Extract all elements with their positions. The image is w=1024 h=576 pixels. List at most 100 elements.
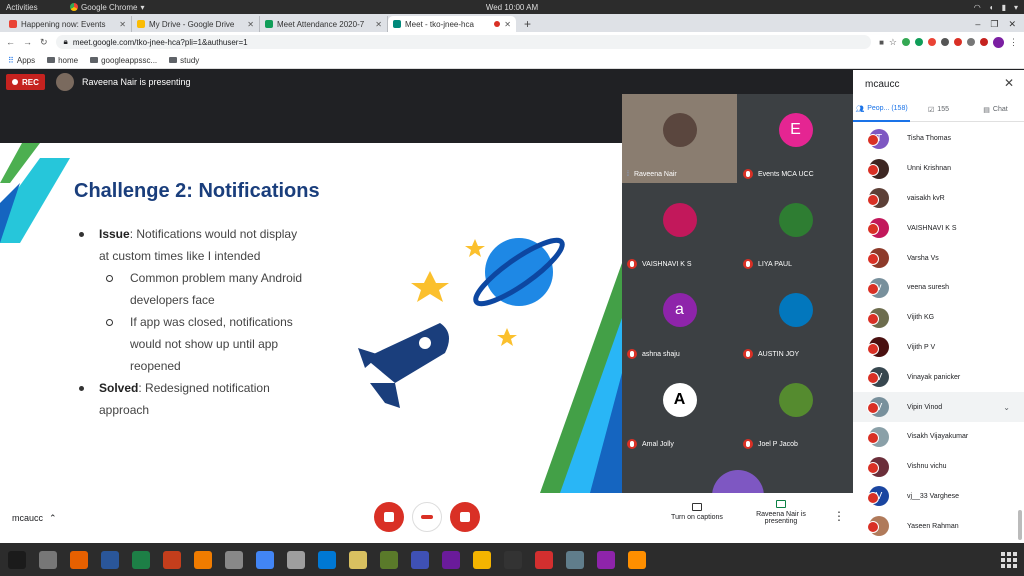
- participant-list-item[interactable]: Visakh Vijayakumar: [853, 422, 1024, 452]
- participant-tile[interactable]: ⁞ Raveena Nair: [622, 94, 737, 183]
- dock-app-icon[interactable]: [283, 547, 309, 573]
- dock-app-icon[interactable]: [562, 547, 588, 573]
- dock-app-icon[interactable]: [593, 547, 619, 573]
- dock-app-icon[interactable]: [314, 547, 340, 573]
- extension-icon[interactable]: [902, 38, 910, 46]
- participant-list-item[interactable]: TTisha Thomas: [853, 124, 1024, 154]
- participant-tile[interactable]: VAISHNAVI K S: [622, 184, 737, 273]
- participant-tile[interactable]: A Amal Jolly: [622, 364, 737, 453]
- dock-app-icon[interactable]: [345, 547, 371, 573]
- menu-dots-icon[interactable]: ⋮: [1009, 37, 1018, 48]
- avatar: A: [662, 382, 697, 417]
- participant-list-item[interactable]: Unni Krishnan: [853, 154, 1024, 184]
- captions-button[interactable]: Turn on captions: [664, 503, 730, 521]
- dock-app-icon[interactable]: [438, 547, 464, 573]
- extension-icon[interactable]: [954, 38, 962, 46]
- bookmark-home[interactable]: home: [47, 56, 78, 65]
- participant-list-item[interactable]: vaisakh kvR: [853, 184, 1024, 214]
- participant-tile[interactable]: a ashna shaju: [622, 274, 737, 363]
- participant-tile[interactable]: Joel P Jacob: [738, 364, 853, 453]
- system-clock[interactable]: Wed 10:00 AM: [0, 3, 1024, 12]
- close-window-icon[interactable]: ✕: [1008, 19, 1016, 30]
- dock-app-icon[interactable]: [407, 547, 433, 573]
- close-icon[interactable]: ✕: [247, 20, 254, 29]
- bookmark-study[interactable]: study: [169, 56, 199, 65]
- participant-list-item[interactable]: Yaseen Rahman: [853, 511, 1024, 541]
- maximize-icon[interactable]: ❐: [990, 19, 998, 30]
- dock-app-icon[interactable]: [376, 547, 402, 573]
- present-button[interactable]: Raveena Nair is presenting: [752, 500, 810, 525]
- dock-app-icon[interactable]: [4, 547, 30, 573]
- participant-list-item[interactable]: Vvj__33 Varghese: [853, 482, 1024, 512]
- star-icon[interactable]: ☆: [889, 37, 897, 48]
- meeting-details[interactable]: mcaucc ⌃: [12, 513, 57, 524]
- participant-list-item[interactable]: Vishnu vichu: [853, 452, 1024, 482]
- participant-tile[interactable]: E Events MCA UCC: [738, 94, 853, 183]
- dock-app-icon[interactable]: [531, 547, 557, 573]
- dock-app-icon[interactable]: [35, 547, 61, 573]
- tab-meet[interactable]: Meet - tko-jnee-hca ✕: [388, 16, 516, 32]
- app-menu[interactable]: Google Chrome ▾: [70, 3, 145, 12]
- bookmark-apps[interactable]: ⠿ Apps: [8, 56, 35, 65]
- participant-list-item[interactable]: Vijith P V: [853, 333, 1024, 363]
- reload-icon[interactable]: ↻: [40, 37, 48, 48]
- dock-app-icon[interactable]: [66, 547, 92, 573]
- participant-list-item[interactable]: Vijith KG: [853, 303, 1024, 333]
- dock-app-icon[interactable]: [500, 547, 526, 573]
- back-icon[interactable]: ←: [6, 37, 15, 47]
- dock-app-icon[interactable]: [159, 547, 185, 573]
- close-icon[interactable]: ✕: [375, 20, 382, 29]
- extension-icon[interactable]: [928, 38, 936, 46]
- close-icon[interactable]: ✕: [119, 20, 126, 29]
- checkbox-icon: ☑: [928, 106, 935, 114]
- dock-app-icon[interactable]: [252, 547, 278, 573]
- activities-button[interactable]: Activities: [6, 3, 70, 12]
- tab-chat[interactable]: ▤ Chat: [967, 98, 1024, 122]
- participant-list-item[interactable]: VVinayak panicker: [853, 362, 1024, 392]
- puzzle-icon[interactable]: [967, 38, 975, 46]
- lock-icon: 🔒︎: [63, 37, 68, 46]
- tab-people[interactable]: 👥︎ Peop... (158): [853, 98, 910, 122]
- tab-attendance[interactable]: Meet Attendance 2020-7 ✕: [260, 16, 388, 32]
- minimize-icon[interactable]: –: [975, 19, 980, 29]
- participant-name: Yaseen Rahman: [907, 522, 959, 530]
- camera-toggle-button[interactable]: [450, 502, 480, 532]
- video-feed: E: [738, 94, 853, 165]
- profile-avatar[interactable]: [993, 36, 1004, 48]
- participant-list-item[interactable]: Varsha Vs: [853, 243, 1024, 273]
- extension-icon[interactable]: [980, 38, 988, 46]
- participant-list-item[interactable]: VAISHNAVI K S: [853, 213, 1024, 243]
- system-tray[interactable]: ◠ ◖ ▮ ▾: [974, 3, 1018, 12]
- tab-attendance[interactable]: ☑ 155: [910, 98, 967, 122]
- extension-icon[interactable]: [915, 38, 923, 46]
- close-icon[interactable]: ✕: [504, 20, 511, 29]
- extension-icon[interactable]: [941, 38, 949, 46]
- leave-call-button[interactable]: [412, 502, 442, 532]
- participant-tile[interactable]: LIYA PAUL: [738, 184, 853, 273]
- dock-app-icon[interactable]: [97, 547, 123, 573]
- bookmark-googleappssc[interactable]: googleappssc...: [90, 56, 157, 65]
- dock-app-icon[interactable]: [221, 547, 247, 573]
- participant-tile[interactable]: AUSTIN JOY: [738, 274, 853, 363]
- participant-name: Vinayak panicker: [907, 373, 961, 381]
- camera-icon[interactable]: ■: [879, 38, 884, 47]
- tab-events[interactable]: Happening now: Events ✕: [4, 16, 132, 32]
- mic-toggle-button[interactable]: [374, 502, 404, 532]
- close-icon[interactable]: ✕: [1004, 76, 1014, 90]
- new-tab-button[interactable]: +: [516, 16, 539, 32]
- participant-list-item[interactable]: v veena suresh: [853, 273, 1024, 303]
- dock-app-icon[interactable]: [190, 547, 216, 573]
- dock-app-icon[interactable]: [128, 547, 154, 573]
- dock-app-icon[interactable]: [469, 547, 495, 573]
- participant-name: Joel P Jacob: [738, 435, 853, 453]
- show-applications-button[interactable]: [1000, 551, 1018, 569]
- bookmark-label: home: [58, 55, 79, 65]
- more-options-icon[interactable]: ⋮: [833, 509, 845, 523]
- forward-icon[interactable]: →: [23, 37, 32, 47]
- chevron-down-icon[interactable]: ⌄: [1003, 403, 1010, 412]
- scrollbar[interactable]: [1018, 510, 1022, 540]
- participant-list-item[interactable]: VVipin Vinod⌄: [853, 392, 1024, 422]
- address-bar[interactable]: 🔒︎ meet.google.com/tko-jnee-hca?pli=1&au…: [55, 35, 872, 49]
- tab-drive[interactable]: My Drive - Google Drive ✕: [132, 16, 260, 32]
- dock-app-icon[interactable]: [624, 547, 650, 573]
